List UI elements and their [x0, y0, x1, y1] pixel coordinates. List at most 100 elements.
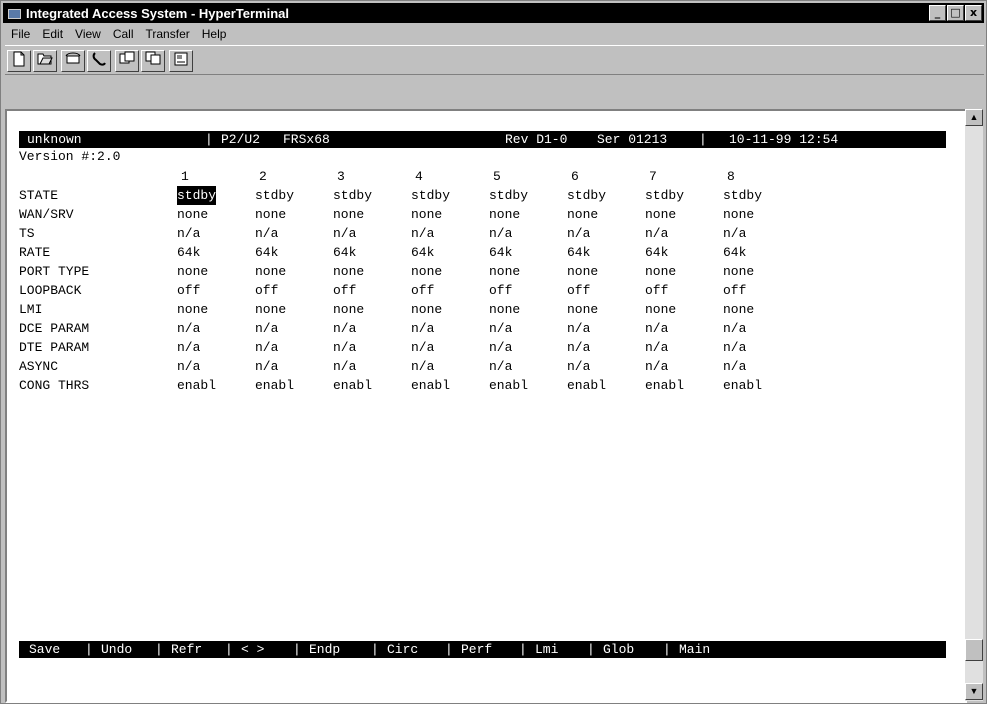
config-value[interactable]: none — [411, 205, 442, 224]
config-value[interactable]: n/a — [645, 319, 668, 338]
receive-icon[interactable] — [141, 50, 165, 72]
config-value[interactable]: n/a — [489, 319, 512, 338]
config-value[interactable]: n/a — [723, 319, 746, 338]
config-value[interactable]: n/a — [177, 319, 200, 338]
config-value[interactable]: n/a — [333, 338, 356, 357]
command-page[interactable]: < > — [241, 641, 264, 658]
config-value[interactable]: off — [489, 281, 512, 300]
config-value[interactable]: 64k — [177, 243, 200, 262]
config-value[interactable]: n/a — [411, 338, 434, 357]
minimize-button[interactable]: _ — [929, 5, 946, 21]
config-value[interactable]: none — [645, 262, 676, 281]
scroll-down-icon[interactable]: ▼ — [965, 683, 983, 700]
connect-icon[interactable] — [61, 50, 85, 72]
config-value[interactable]: n/a — [567, 338, 590, 357]
properties-icon[interactable] — [169, 50, 193, 72]
config-value[interactable]: none — [411, 262, 442, 281]
command-lmi[interactable]: Lmi — [535, 641, 558, 658]
config-value[interactable]: enabl — [645, 376, 684, 395]
config-value[interactable]: stdby — [645, 186, 684, 205]
config-value[interactable]: enabl — [723, 376, 762, 395]
scroll-thumb[interactable] — [965, 639, 983, 661]
config-value[interactable]: stdby — [255, 186, 294, 205]
command-refr[interactable]: Refr — [171, 641, 202, 658]
config-value[interactable]: n/a — [489, 224, 512, 243]
command-main[interactable]: Main — [679, 641, 710, 658]
config-value[interactable]: off — [411, 281, 434, 300]
config-value[interactable]: enabl — [177, 376, 216, 395]
config-value[interactable]: 64k — [645, 243, 668, 262]
config-value[interactable]: none — [567, 300, 598, 319]
config-value[interactable]: none — [255, 300, 286, 319]
command-undo[interactable]: Undo — [101, 641, 132, 658]
selected-field-cursor[interactable]: stdby — [177, 186, 217, 205]
command-endp[interactable]: Endp — [309, 641, 340, 658]
config-value[interactable]: n/a — [255, 357, 278, 376]
config-value[interactable]: stdby — [411, 186, 450, 205]
config-value[interactable]: enabl — [567, 376, 606, 395]
config-value[interactable]: none — [645, 205, 676, 224]
config-value[interactable]: n/a — [177, 338, 200, 357]
config-value[interactable]: n/a — [411, 224, 434, 243]
menu-edit[interactable]: Edit — [36, 27, 69, 41]
config-value[interactable]: none — [489, 300, 520, 319]
config-value[interactable]: n/a — [567, 357, 590, 376]
open-icon[interactable] — [33, 50, 57, 72]
config-value[interactable]: none — [177, 300, 208, 319]
config-value[interactable]: none — [177, 262, 208, 281]
hyperterminal-app-icon[interactable] — [7, 6, 21, 20]
config-value[interactable]: 64k — [333, 243, 356, 262]
config-value[interactable]: enabl — [411, 376, 450, 395]
config-value[interactable]: n/a — [177, 224, 200, 243]
config-value[interactable]: 64k — [567, 243, 590, 262]
config-value[interactable]: n/a — [645, 357, 668, 376]
config-value[interactable]: n/a — [567, 224, 590, 243]
menu-view[interactable]: View — [69, 27, 107, 41]
config-value[interactable]: none — [333, 300, 364, 319]
config-value[interactable]: off — [177, 281, 200, 300]
config-value[interactable]: none — [333, 205, 364, 224]
config-value[interactable]: n/a — [255, 338, 278, 357]
config-value[interactable]: none — [255, 205, 286, 224]
config-value[interactable]: none — [567, 262, 598, 281]
config-value[interactable]: none — [411, 300, 442, 319]
config-value[interactable]: n/a — [723, 224, 746, 243]
config-value[interactable]: n/a — [255, 224, 278, 243]
config-value[interactable]: enabl — [333, 376, 372, 395]
close-button[interactable]: x — [965, 5, 982, 21]
config-value[interactable]: stdby — [567, 186, 606, 205]
config-value[interactable]: off — [255, 281, 278, 300]
config-value[interactable]: n/a — [333, 357, 356, 376]
config-value[interactable]: n/a — [411, 319, 434, 338]
disconnect-icon[interactable] — [87, 50, 111, 72]
config-value[interactable]: stdby — [723, 186, 762, 205]
menu-help[interactable]: Help — [196, 27, 233, 41]
menu-file[interactable]: File — [5, 27, 36, 41]
new-icon[interactable] — [7, 50, 31, 72]
config-value[interactable]: none — [723, 300, 754, 319]
config-value[interactable]: n/a — [645, 338, 668, 357]
config-value[interactable]: none — [177, 205, 208, 224]
config-value[interactable]: off — [567, 281, 590, 300]
config-value[interactable]: n/a — [489, 357, 512, 376]
scroll-up-icon[interactable]: ▲ — [965, 109, 983, 126]
config-value[interactable]: n/a — [645, 224, 668, 243]
terminal-screen[interactable]: unknown | P2/U2 FRSx68 Rev D1-0 Ser 0121… — [5, 109, 967, 703]
config-value[interactable]: enabl — [489, 376, 528, 395]
config-value[interactable]: stdby — [489, 186, 528, 205]
config-value[interactable]: none — [333, 262, 364, 281]
command-circ[interactable]: Circ — [387, 641, 418, 658]
command-perf[interactable]: Perf — [461, 641, 492, 658]
menu-transfer[interactable]: Transfer — [140, 27, 196, 41]
command-glob[interactable]: Glob — [603, 641, 634, 658]
config-value[interactable]: n/a — [723, 357, 746, 376]
config-value[interactable]: 64k — [489, 243, 512, 262]
config-value[interactable]: none — [489, 262, 520, 281]
config-value[interactable]: none — [723, 262, 754, 281]
config-value[interactable]: n/a — [177, 357, 200, 376]
config-value[interactable]: off — [645, 281, 668, 300]
title-bar[interactable]: Integrated Access System - HyperTerminal… — [3, 3, 984, 23]
menu-call[interactable]: Call — [107, 27, 140, 41]
command-save[interactable]: Save — [29, 641, 60, 658]
config-value[interactable]: n/a — [333, 319, 356, 338]
